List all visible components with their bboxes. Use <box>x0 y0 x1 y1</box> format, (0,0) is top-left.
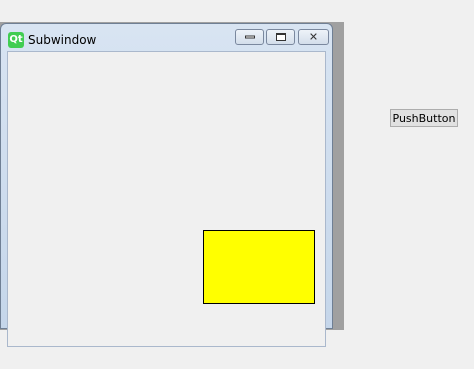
close-button[interactable]: ✕ <box>298 29 329 45</box>
qt-logo-icon: Qt <box>8 32 24 48</box>
yellow-rectangle <box>203 230 315 304</box>
minimize-icon <box>244 35 255 39</box>
push-button[interactable]: PushButton <box>390 109 458 127</box>
subwindow-title: Subwindow <box>28 33 97 47</box>
subwindow-client-area <box>7 51 326 347</box>
subwindow-titlebar[interactable]: Qt Subwindow ✕ <box>1 24 332 50</box>
subwindow[interactable]: Qt Subwindow ✕ <box>0 23 333 347</box>
minimize-button[interactable] <box>235 29 264 45</box>
maximize-button[interactable] <box>266 29 295 45</box>
maximize-icon <box>275 33 286 41</box>
close-icon: ✕ <box>308 30 319 44</box>
